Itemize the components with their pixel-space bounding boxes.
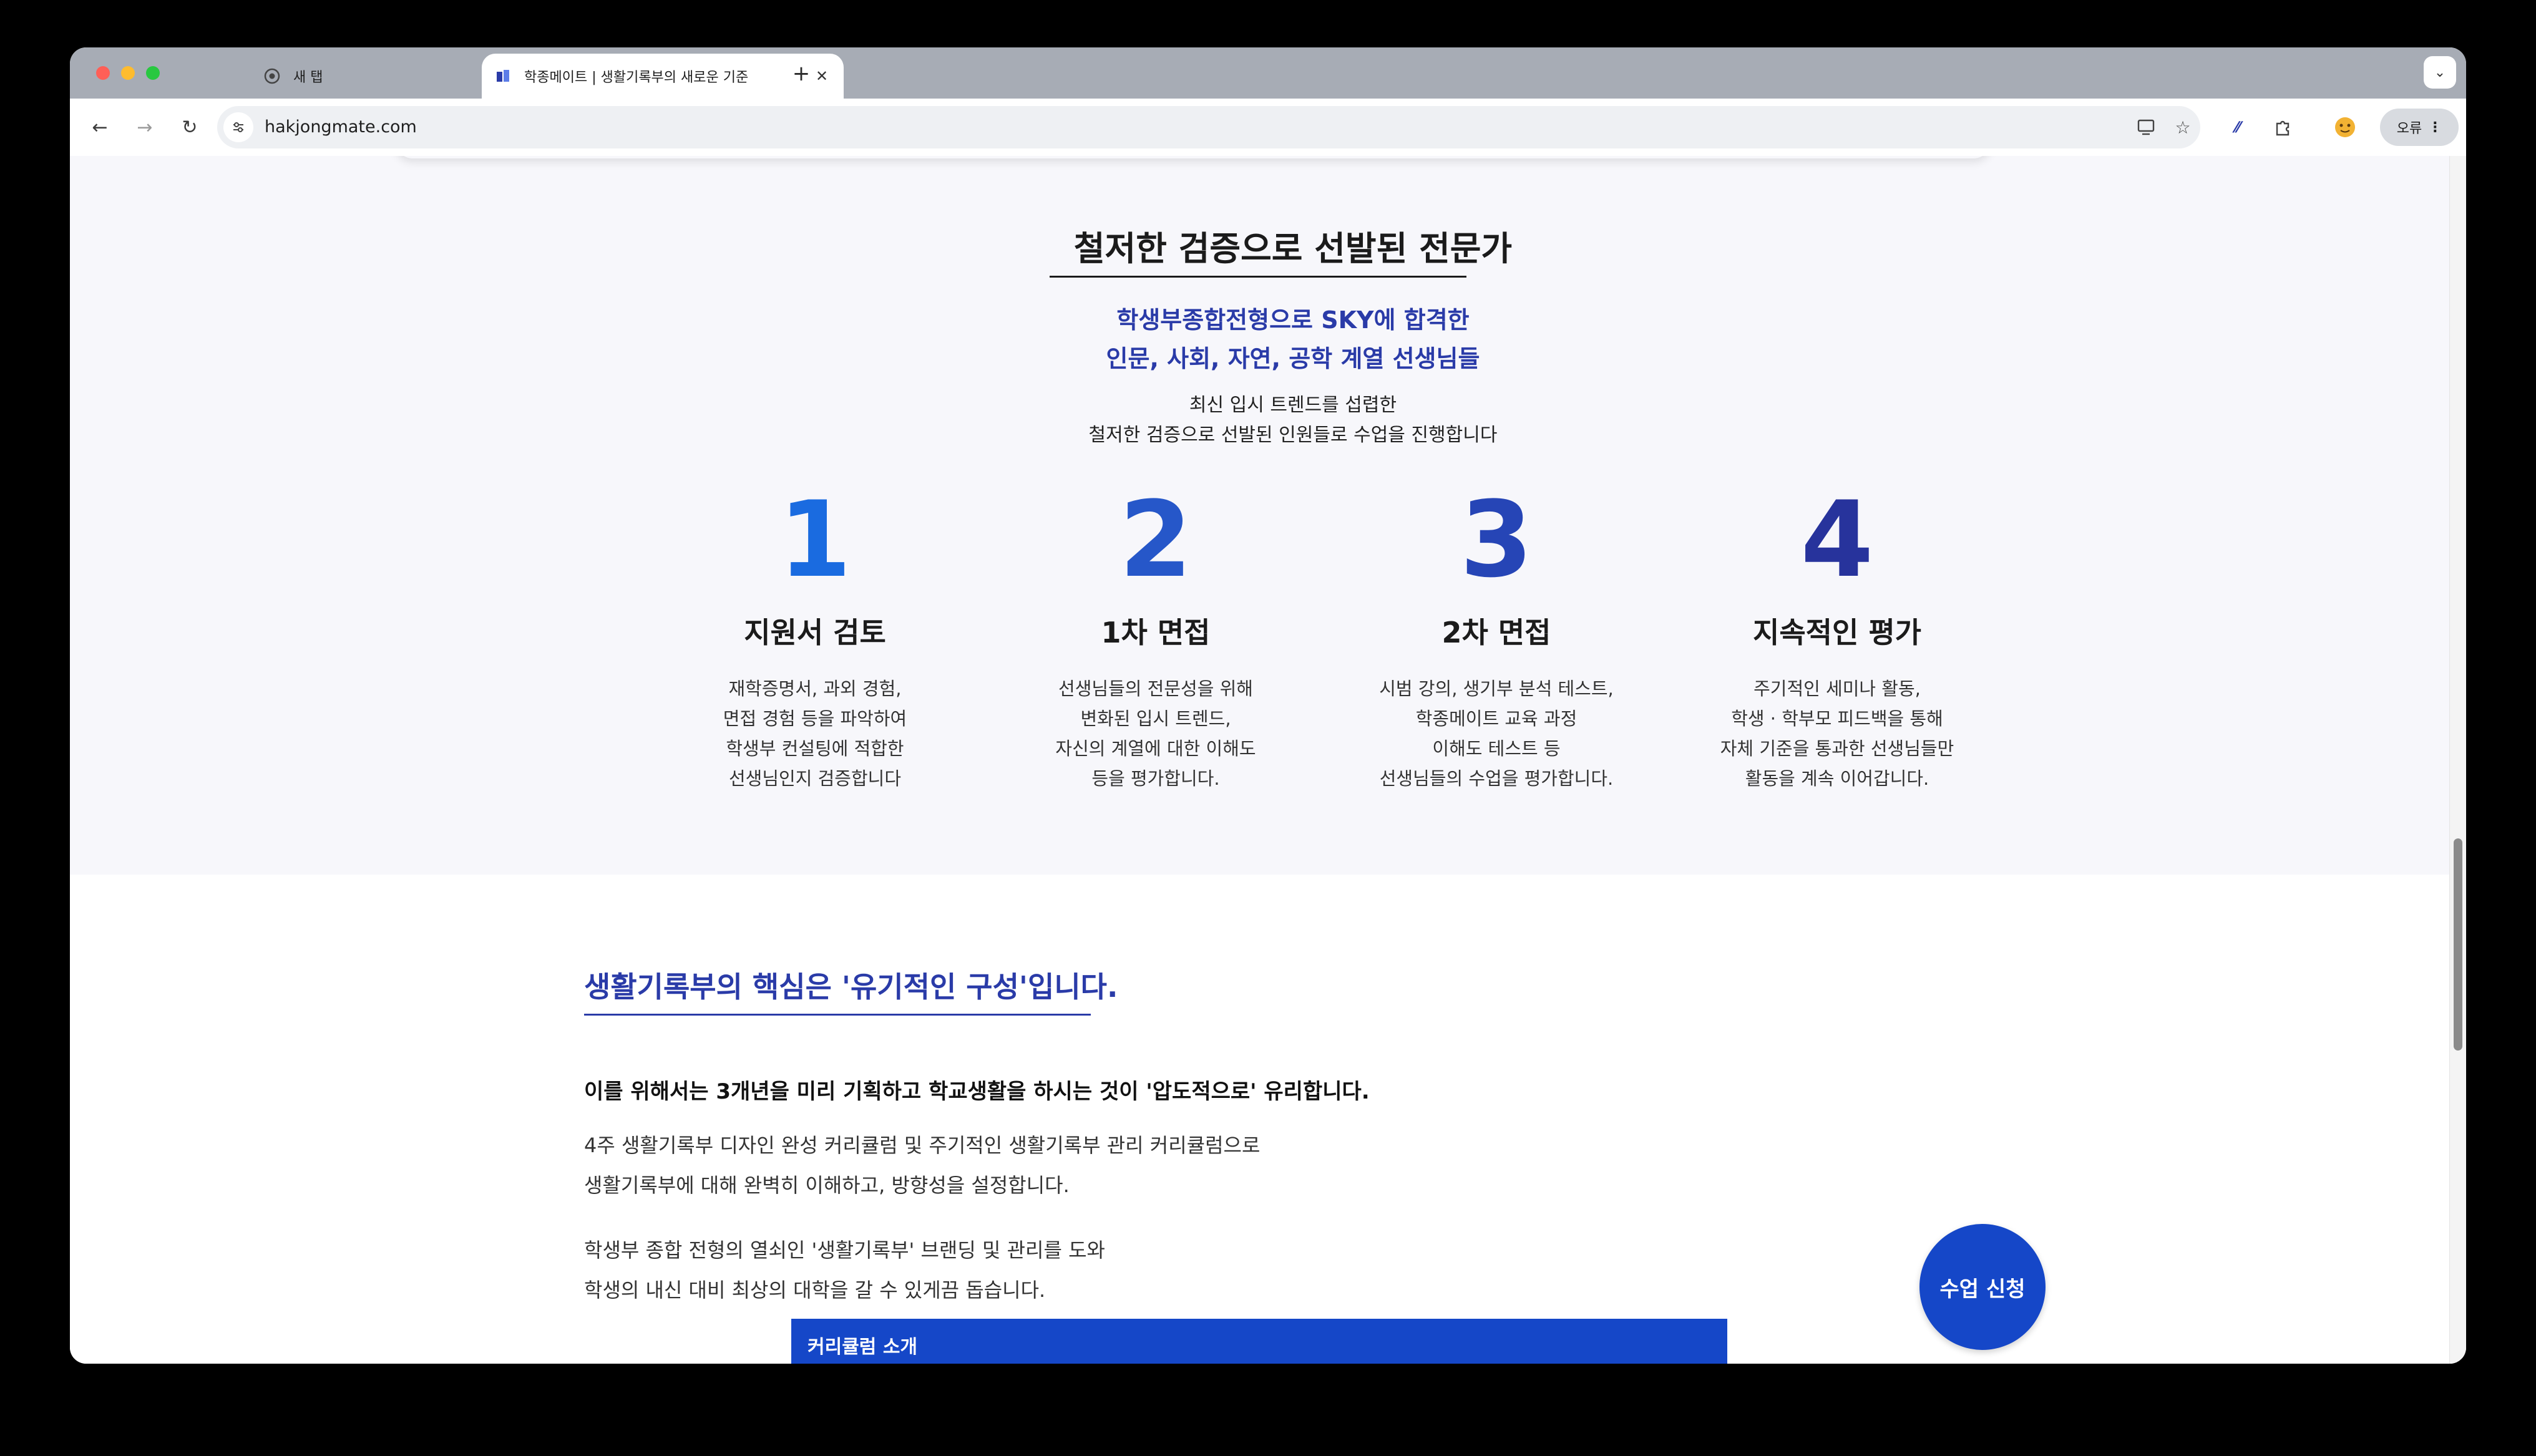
curriculum-label: 커리큘럼 소개: [807, 1336, 918, 1358]
step-description: 시범 강의, 생기부 분석 테스트, 학종메이트 교육 과정 이해도 테스트 등…: [1379, 678, 1614, 789]
reload-button[interactable]: ↻: [175, 112, 205, 142]
core-para-2-line-2: 학생의 내신 대비 최상의 대학을 갈 수 있게끔 돕습니다.: [584, 1278, 1046, 1302]
close-window-button[interactable]: [96, 66, 110, 80]
core-heading: 생활기록부의 핵심은 '유기적인 구성'입니다.: [584, 970, 1118, 1004]
step-card-3: 3 2차 면접 시범 강의, 생기부 분석 테스트, 학종메이트 교육 과정 이…: [1322, 487, 1671, 794]
experts-subtitle-1: 최신 입시 트렌드를 섭렵한: [1189, 394, 1397, 416]
step-number: 3: [1460, 478, 1533, 601]
extensions-puzzle-icon[interactable]: [2268, 112, 2298, 142]
back-button[interactable]: ←: [85, 112, 115, 142]
chrome-icon: [263, 67, 281, 85]
step-card-4: 4 지속적인 평가 주기적인 세미나 활동, 학생 · 학부모 피드백을 통해 …: [1662, 487, 2012, 794]
step-description: 선생님들의 전문성을 위해 변화된 입시 트렌드, 자신의 계열에 대한 이해도…: [1055, 678, 1256, 789]
browser-window: 새 탭 ✕ 학종메이트 | 생활기록부의 새로운 기준 ✕ + ⌄ ← → ↻ …: [70, 47, 2466, 1364]
previous-card-edge: [394, 156, 1992, 158]
scrollbar[interactable]: [2449, 156, 2466, 1364]
step-number: 1: [778, 478, 852, 601]
step-number: 2: [1119, 478, 1192, 601]
title-underline: [1050, 276, 1466, 278]
apply-class-button[interactable]: 수업 신청: [1919, 1224, 2046, 1350]
tab-title: 학종메이트 | 생활기록부의 새로운 기준: [524, 70, 749, 85]
minimize-window-button[interactable]: [121, 66, 135, 80]
browser-toolbar: ← → ↻ hakjongmate.com ☆ ⁄⁄ 오류 ⋮: [70, 99, 2466, 157]
step-title: 지원서 검토: [744, 616, 886, 649]
step-card-1: 1 지원서 검토 재학증명서, 과외 경험, 면접 경험 등을 파악하여 학생부…: [640, 487, 990, 794]
profile-menu-button[interactable]: 오류 ⋮: [2380, 109, 2459, 146]
site-favicon: [494, 67, 512, 85]
avatar[interactable]: [2330, 112, 2360, 142]
step-title: 지속적인 평가: [1753, 616, 1921, 649]
page-content: 철저한 검증으로 선발된 전문가 학생부종합전형으로 SKY에 합격한 인문, …: [70, 156, 2466, 1364]
core-para-2-line-1: 학생부 종합 전형의 열쇠인 '생활기록부' 브랜딩 및 관리를 도와: [584, 1238, 1105, 1262]
more-vert-icon: ⋮: [2428, 119, 2442, 135]
step-title: 2차 면접: [1441, 616, 1551, 649]
step-description: 주기적인 세미나 활동, 학생 · 학부모 피드백을 통해 자체 기준을 통과한…: [1720, 678, 1954, 789]
core-para-1-line-2: 생활기록부에 대해 완벽히 이해하고, 방향성을 설정합니다.: [584, 1173, 1070, 1197]
core-para-1-line-1: 4주 생활기록부 디자인 완성 커리큘럼 및 주기적인 생활기록부 관리 커리큘…: [584, 1133, 1261, 1157]
site-info-icon[interactable]: [223, 112, 253, 142]
url-text: hakjongmate.com: [265, 117, 417, 137]
tab-strip: 새 탭 ✕ 학종메이트 | 생활기록부의 새로운 기준 ✕ + ⌄: [70, 47, 2466, 99]
scrollbar-thumb[interactable]: [2454, 838, 2462, 1051]
experts-section: 철저한 검증으로 선발된 전문가 학생부종합전형으로 SKY에 합격한 인문, …: [70, 156, 2466, 875]
experts-subtitle-2: 철저한 검증으로 선발된 인원들로 수업을 진행합니다: [1088, 424, 1498, 446]
curriculum-header: 커리큘럼 소개: [791, 1319, 1727, 1364]
step-description: 재학증명서, 과외 경험, 면접 경험 등을 파악하여 학생부 컨설팅에 적합한…: [723, 678, 907, 789]
install-app-icon[interactable]: [2134, 115, 2159, 140]
extension-icon[interactable]: ⁄⁄: [2223, 112, 2253, 142]
step-number: 4: [1800, 478, 1874, 601]
core-heading-underline: [584, 1014, 1091, 1016]
experts-subtitle-blue-2: 인문, 사회, 자연, 공학 계열 선생님들: [1106, 345, 1480, 372]
profile-label: 오류: [2396, 121, 2422, 137]
experts-subtitle-blue-1: 학생부종합전형으로 SKY에 합격한: [1116, 306, 1470, 334]
new-tab-button[interactable]: +: [788, 60, 815, 87]
page-title: 철저한 검증으로 선발된 전문가: [1073, 229, 1513, 268]
step-card-2: 2 1차 면접 선생님들의 전문성을 위해 변화된 입시 트렌드, 자신의 계열…: [981, 487, 1330, 794]
zoom-window-button[interactable]: [146, 66, 160, 80]
address-bar[interactable]: hakjongmate.com ☆: [217, 106, 2200, 148]
tab-title: 새 탭: [293, 70, 323, 85]
core-bold-line: 이를 위해서는 3개년을 미리 기획하고 학교생활을 하시는 것이 '압도적으로…: [584, 1079, 1370, 1104]
step-title: 1차 면접: [1101, 616, 1211, 649]
tab-search-button[interactable]: ⌄: [2424, 56, 2456, 89]
bookmark-star-icon[interactable]: ☆: [2170, 115, 2195, 140]
forward-button[interactable]: →: [130, 112, 160, 142]
